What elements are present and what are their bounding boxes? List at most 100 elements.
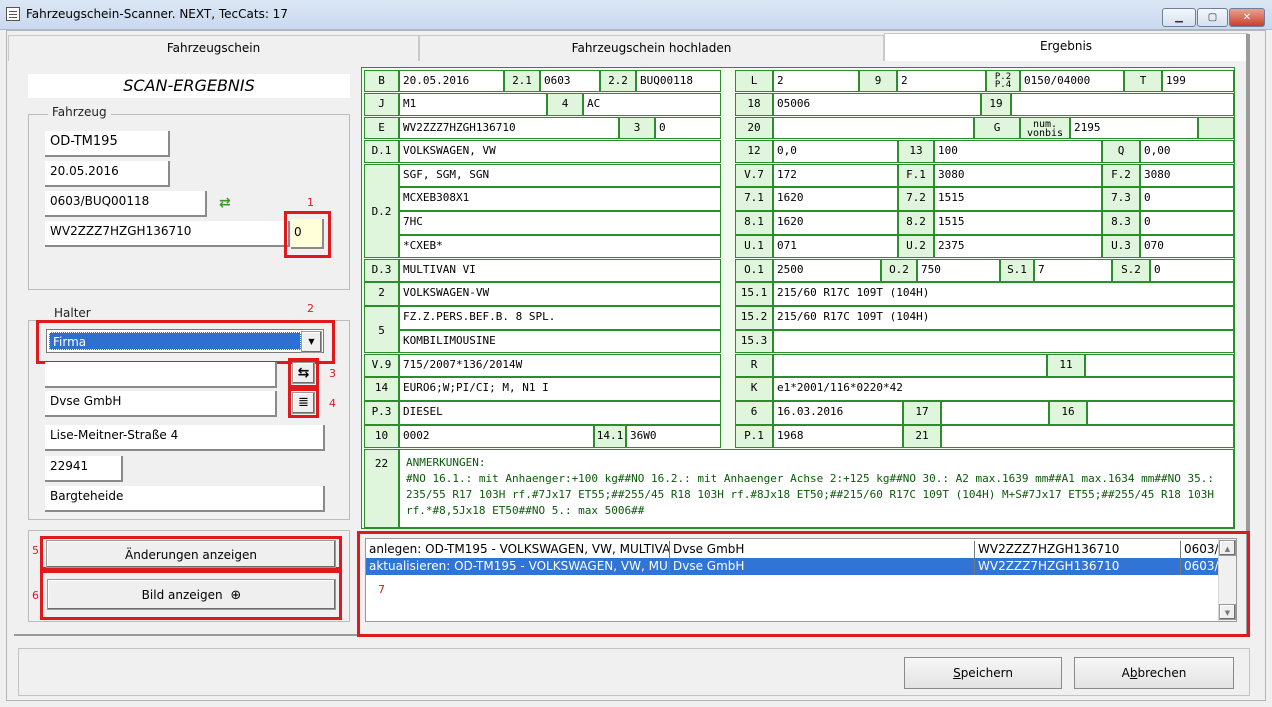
halter-group-label: Halter (50, 306, 95, 320)
minimize-button[interactable]: ▁ (1162, 8, 1196, 27)
label-P2-P4: P.2 P.4 (986, 70, 1020, 92)
save-hotkey: S (953, 666, 961, 680)
marker-1-label: 1 (307, 196, 314, 209)
value-16 (1087, 401, 1234, 425)
cancel-label-rest: brechen (1137, 666, 1187, 680)
label-J: J (364, 93, 399, 116)
label-U3: U.3 (1102, 235, 1140, 258)
ort-field[interactable]: Bargteheide (45, 486, 325, 512)
list-cell-fin: WV2ZZZ7HZGH136710 (975, 558, 1181, 575)
value-num-vonbis: 2195 (1070, 117, 1198, 139)
label-D2: D.2 (364, 164, 399, 258)
label-D1: D.1 (364, 140, 399, 163)
save-button[interactable]: Speichern (904, 657, 1062, 689)
list-cell-action: aktualisieren: OD-TM195 - VOLKSWAGEN, VW… (366, 558, 670, 575)
label-vonbis: vonbis (1026, 128, 1064, 139)
tab-fahrzeugschein[interactable]: Fahrzeugschein (8, 35, 419, 61)
changes-list[interactable]: anlegen: OD-TM195 - VOLKSWAGEN, VW, MULT… (365, 538, 1237, 622)
value-22-remarks: ANMERKUNGEN: #NO 16.1.: mit Anhaenger:+1… (399, 449, 1234, 528)
list-cell-hsn-tsn: 0603/BUQ00118 (1184, 542, 1218, 556)
value-14-1: 36W0 (626, 425, 721, 448)
label-8-3: 8.3 (1102, 211, 1140, 235)
value-5-1: FZ.Z.PERS.BEF.B. 8 SPL. (399, 306, 721, 330)
aenderungen-anzeigen-button[interactable]: Änderungen anzeigen (46, 540, 336, 568)
swap-arrows-icon[interactable]: ⇄ (219, 195, 235, 211)
label-U1: U.1 (735, 235, 773, 258)
list-icon[interactable]: ≣ (292, 392, 315, 414)
label-15-2: 15.2 (735, 306, 773, 330)
value-12: 0,0 (773, 140, 898, 163)
value-3: 0 (655, 117, 721, 139)
zusatz-field[interactable]: 0 (291, 219, 324, 249)
value-P1: 1968 (773, 425, 903, 448)
tab-ergebnis[interactable]: Ergebnis (884, 33, 1248, 61)
value-11 (1085, 354, 1234, 377)
label-K: K (735, 377, 773, 401)
list-cell-action: anlegen: OD-TM195 - VOLKSWAGEN, VW, MULT… (366, 541, 670, 558)
value-14: EURO6;W;PI/CI; M, N1 I (399, 377, 721, 401)
marker-3-label: 3 (329, 367, 336, 380)
label-11: 11 (1047, 354, 1085, 377)
list-cell-fin: WV2ZZZ7HZGH136710 (975, 541, 1181, 558)
tab-fahrzeugschein-hochladen[interactable]: Fahrzeugschein hochladen (419, 35, 884, 61)
label-3: 3 (619, 117, 655, 139)
save-label-rest: peichern (960, 666, 1013, 680)
scroll-down-icon[interactable]: ▼ (1219, 604, 1236, 620)
label-T: T (1124, 70, 1162, 92)
value-8-1: 1620 (773, 211, 898, 235)
value-20 (773, 117, 974, 139)
value-2-1: 0603 (540, 70, 600, 92)
label-S2: S.2 (1112, 259, 1150, 282)
halter-type-select[interactable]: Firma ▼ (46, 329, 324, 353)
label-U2: U.2 (898, 235, 934, 258)
value-D2-3: 7HC (399, 211, 721, 235)
maximize-button[interactable]: ▢ (1197, 8, 1228, 27)
close-button[interactable]: ✕ (1229, 8, 1265, 27)
bild-anzeigen-button[interactable]: Bild anzeigen ⊕ (47, 579, 336, 610)
label-L: L (735, 70, 773, 92)
hsn-tsn-field[interactable]: 0603/BUQ00118 (45, 191, 207, 217)
scroll-up-icon[interactable]: ▲ (1219, 540, 1236, 556)
label-12: 12 (735, 140, 773, 163)
value-F2: 3080 (1140, 164, 1234, 187)
marker-7-label: 7 (378, 583, 385, 596)
label-V7: V.7 (735, 164, 773, 187)
dropdown-arrow-icon[interactable]: ▼ (301, 331, 322, 353)
halter-empty-field[interactable] (45, 362, 277, 388)
cancel-button[interactable]: Abbrechen (1074, 657, 1234, 689)
value-O1: 2500 (773, 259, 881, 282)
strasse-field[interactable]: Lise-Meitner-Straße 4 (45, 425, 325, 451)
label-19: 19 (981, 93, 1011, 116)
value-R (773, 354, 1047, 377)
label-D3: D.3 (364, 259, 399, 282)
fin-field[interactable]: WV2ZZZ7HZGH136710 (45, 221, 290, 247)
list-scrollbar[interactable]: ▲ ▼ (1218, 539, 1236, 621)
label-O2: O.2 (881, 259, 917, 282)
label-15-1: 15.1 (735, 282, 773, 306)
value-O2: 750 (917, 259, 1000, 282)
kennzeichen-field[interactable]: OD-TM195 (45, 131, 170, 157)
label-8-2: 8.2 (898, 211, 934, 235)
value-4: AC (583, 93, 721, 116)
datum-field[interactable]: 20.05.2016 (45, 161, 170, 187)
value-15-2: 215/60 R17C 109T (104H) (773, 306, 1234, 330)
title-bar: Fahrzeugschein-Scanner. NEXT, TecCats: 1… (0, 0, 1272, 30)
halter-name-field[interactable]: Dvse GmbH (45, 391, 277, 417)
value-17 (941, 401, 1049, 425)
refresh-icon[interactable]: ⇆ (292, 362, 315, 384)
value-7-2: 1515 (934, 187, 1102, 211)
value-L: 2 (773, 70, 859, 92)
list-item[interactable]: anlegen: OD-TM195 - VOLKSWAGEN, VW, MULT… (366, 541, 1218, 558)
label-17: 17 (903, 401, 941, 425)
label-5: 5 (364, 306, 399, 353)
value-D2-4: *CXEB* (399, 235, 721, 258)
label-2: 2 (364, 282, 399, 306)
label-V9: V.9 (364, 354, 399, 377)
plz-field[interactable]: 22941 (45, 456, 123, 482)
value-21 (941, 425, 1234, 448)
value-5-2: KOMBILIMOUSINE (399, 330, 721, 353)
bottom-bar (18, 648, 1250, 696)
list-item-selected[interactable]: aktualisieren: OD-TM195 - VOLKSWAGEN, VW… (366, 558, 1218, 575)
value-T: 199 (1162, 70, 1234, 92)
label-Q: Q (1102, 140, 1140, 163)
